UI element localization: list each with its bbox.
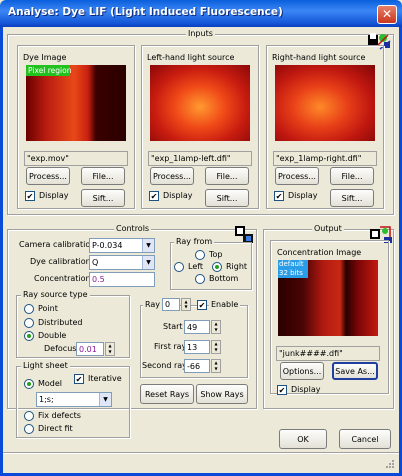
ok-button[interactable]: OK [279,429,327,449]
status-bar [3,452,399,472]
dye-calibration-select[interactable]: Q ▼ [89,255,155,270]
output-display-label: Display [291,385,321,394]
dye-process-button[interactable]: Process... [26,167,70,185]
right-display-label: Display [288,191,318,200]
iterative-checkbox[interactable]: ✔ [74,374,84,384]
light-sheet-title: Light sheet [21,361,70,370]
dye-image-title: Dye Image [21,53,69,62]
reset-rays-button[interactable]: Reset Rays [140,384,194,404]
ray-source-distributed-radio[interactable] [24,318,34,328]
fix-defects-label: Fix defects [38,411,81,420]
controls-title: Controls [114,224,152,233]
save-as-button[interactable]: Save As... [332,362,378,380]
start-input[interactable]: 49 [184,320,210,334]
light-sheet-model-label: Model [38,379,63,388]
ray-index-input[interactable]: 0 [162,298,180,311]
output-title: Output [312,224,344,233]
concentration-image-title: Concentration Image [275,248,364,257]
ray-from-bottom-label: Bottom [209,274,239,283]
right-process-button[interactable]: Process... [275,167,319,185]
left-process-button[interactable]: Process... [150,167,194,185]
window-title: Analyse: Dye LIF (Light Induced Fluoresc… [8,6,283,18]
close-button[interactable]: ✕ [377,5,397,24]
dye-display-label: Display [39,191,69,200]
right-display-checkbox[interactable]: ✔ [274,191,284,201]
first-ray-stepper[interactable]: ▲ ▼ [211,340,221,354]
start-label: Start [163,322,183,331]
dye-sift-button[interactable]: Sift... [81,189,125,207]
light-sheet-model-value: 1;s; [39,395,54,404]
default-overlay: default [278,260,308,269]
ray-source-point-label: Point [38,304,58,313]
enable-checkbox[interactable]: ✔ [197,300,207,310]
right-file-button[interactable]: File... [330,167,374,185]
ray-source-title: Ray source type [21,290,90,299]
output-display-checkbox[interactable]: ✔ [277,385,287,395]
dye-calibration-value: Q [92,258,99,267]
left-file-field[interactable]: "exp_1lamp-left.dfi" [148,151,252,166]
ray-from-title: Ray from [174,237,215,246]
chevron-down-icon[interactable]: ▼ [99,393,111,406]
ray-from-right-radio[interactable] [212,262,222,272]
ray-index-stepper[interactable]: ▲ ▼ [181,298,191,311]
ray-source-distributed-label: Distributed [38,318,83,327]
start-stepper[interactable]: ▲ ▼ [211,320,221,334]
ray-source-point-radio[interactable] [24,304,34,314]
options-button[interactable]: Options... [280,362,324,380]
right-file-field[interactable]: "exp_1lamp-right.dfi" [273,151,377,166]
left-display-label: Display [163,191,193,200]
resize-grip-icon[interactable] [384,460,394,470]
ray-from-top-label: Top [209,250,223,259]
defocus-label: Defocus [44,344,77,353]
right-source-title: Right-hand light source [270,53,368,62]
dye-calibration-label: Dye calibration [30,257,91,266]
inputs-title: Inputs [186,29,215,38]
first-ray-label: First ray [154,342,187,351]
right-sift-button[interactable]: Sift... [330,189,374,207]
camera-calibration-value: P-0.034 [92,241,123,250]
light-sheet-model-radio[interactable] [24,379,34,389]
dye-image-preview[interactable] [26,65,126,141]
second-ray-stepper[interactable]: ▲ ▼ [211,359,221,373]
iterative-label: Iterative [88,374,122,383]
bits-overlay: 32 bits [278,269,308,278]
show-rays-button[interactable]: Show Rays [196,384,248,404]
ray-label: Ray [143,300,163,309]
ray-from-left-label: Left [188,262,204,271]
fix-defects-radio[interactable] [24,411,34,421]
left-sift-button[interactable]: Sift... [205,189,249,207]
ray-source-double-label: Double [38,331,67,340]
left-file-button[interactable]: File... [205,167,249,185]
defocus-input[interactable]: 0.01 [76,342,104,356]
left-source-title: Left-hand light source [145,53,237,62]
left-display-checkbox[interactable]: ✔ [149,191,159,201]
direct-fit-label: Direct fit [38,424,73,433]
camera-calibration-select[interactable]: P-0.034 ▼ [89,238,155,253]
camera-calibration-label: Camera calibration [19,240,96,249]
ray-from-bottom-radio[interactable] [195,274,205,284]
ray-source-double-radio[interactable] [24,331,34,341]
output-file-field[interactable]: "junk####.dfi" [276,346,380,361]
right-source-preview[interactable] [275,65,375,141]
second-ray-label: Second ray [142,361,187,370]
concentration-input[interactable]: 0.5 [89,272,155,287]
concentration-label: Concentration [34,274,91,283]
cancel-button[interactable]: Cancel [339,429,391,449]
ray-from-left-radio[interactable] [174,262,184,272]
ray-from-top-radio[interactable] [195,250,205,260]
chevron-down-icon[interactable]: ▼ [142,239,154,252]
dye-file-button[interactable]: File... [81,167,125,185]
ray-from-right-label: Right [226,262,248,271]
light-sheet-model-select[interactable]: 1;s; ▼ [36,392,112,407]
chevron-down-icon[interactable]: ▼ [142,256,154,269]
left-source-preview[interactable] [150,65,250,141]
direct-fit-radio[interactable] [24,424,34,434]
second-ray-input[interactable]: -66 [184,359,210,373]
dye-display-checkbox[interactable]: ✔ [25,191,35,201]
defocus-stepper[interactable]: ▲ ▼ [105,342,115,356]
dye-file-field[interactable]: "exp.mov" [24,151,128,166]
pixel-region-overlay: Pixel region [26,65,72,76]
first-ray-input[interactable]: 13 [184,340,210,354]
enable-label: Enable [209,300,241,309]
